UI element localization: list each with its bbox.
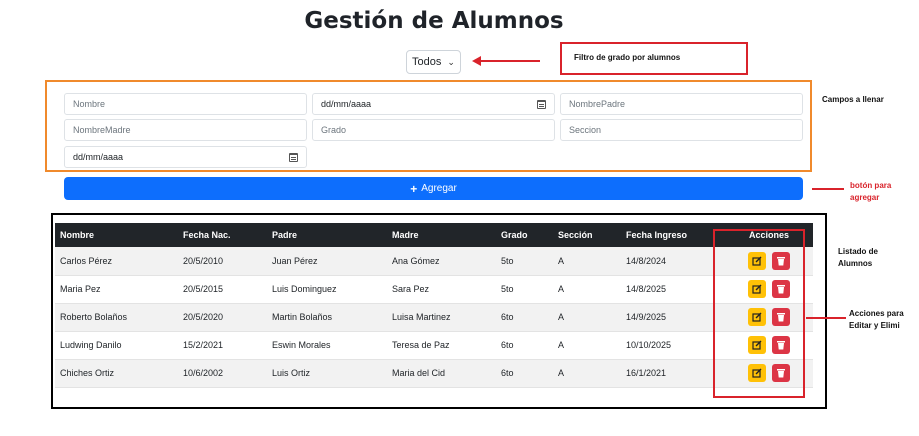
nombre-padre-placeholder: NombrePadre (569, 99, 626, 109)
cell-madre: Sara Pez (387, 275, 496, 304)
cell-nombre: Chiches Ortiz (55, 359, 178, 388)
grado-placeholder: Grado (321, 125, 347, 135)
table-header-row: Nombre Fecha Nac. Padre Madre Grado Secc… (55, 223, 813, 247)
cell-grado: 6to (496, 359, 553, 388)
cell-padre: Luis Dominguez (267, 275, 387, 304)
table-row: Carlos Pérez 20/5/2010 Juan Pérez Ana Gó… (55, 247, 813, 276)
cell-madre: Luisa Martinez (387, 303, 496, 332)
cell-seccion: A (553, 359, 621, 388)
cell-padre: Juan Pérez (267, 247, 387, 276)
fecha-nacimiento-input[interactable]: dd/mm/aaaa (312, 93, 555, 115)
grade-filter-value: Todos (412, 56, 442, 68)
fecha-ingreso-input[interactable]: dd/mm/aaaa (64, 146, 307, 168)
grade-filter-select[interactable]: Todos ⌄ (406, 50, 461, 74)
column-header-fecha-ingreso: Fecha Ingreso (621, 223, 725, 247)
cell-fecha-nac: 20/5/2020 (178, 303, 267, 332)
add-button-label: Agregar (421, 183, 457, 194)
cell-madre: Ana Gómez (387, 247, 496, 276)
cell-nombre: Maria Pez (55, 275, 178, 304)
cell-grado: 5to (496, 247, 553, 276)
add-student-button[interactable]: + Agregar (64, 177, 803, 200)
nombre-padre-input[interactable]: NombrePadre (560, 93, 803, 115)
calendar-icon[interactable] (289, 152, 298, 162)
column-header-fecha-nac: Fecha Nac. (178, 223, 267, 247)
cell-seccion: A (553, 303, 621, 332)
grado-input[interactable]: Grado (312, 119, 555, 141)
cell-fecha-nac: 15/2/2021 (178, 331, 267, 360)
annotation-arrow-actions (806, 317, 846, 319)
cell-nombre: Carlos Pérez (55, 247, 178, 276)
table-row: Roberto Bolaños 20/5/2020 Martin Bolaños… (55, 303, 813, 332)
annotation-filter-note: Filtro de grado por alumnos (574, 53, 681, 62)
annotation-list-note: Listado de Alumnos (838, 247, 879, 268)
cell-padre: Eswin Morales (267, 331, 387, 360)
seccion-placeholder: Seccion (569, 125, 602, 135)
fecha-nacimiento-value: dd/mm/aaaa (321, 99, 372, 109)
chevron-down-icon: ⌄ (447, 56, 455, 67)
annotation-arrowhead-filter (472, 56, 481, 66)
cell-seccion: A (553, 275, 621, 304)
cell-madre: Teresa de Paz (387, 331, 496, 360)
cell-fecha-ingreso: 14/8/2024 (621, 247, 725, 276)
cell-fecha-nac: 10/6/2002 (178, 359, 267, 388)
cell-fecha-nac: 20/5/2015 (178, 275, 267, 304)
cell-seccion: A (553, 247, 621, 276)
annotation-add-note: botón para agregar (850, 181, 892, 202)
table-row: Maria Pez 20/5/2015 Luis Dominguez Sara … (55, 275, 813, 304)
column-header-grado: Grado (496, 223, 553, 247)
cell-fecha-ingreso: 10/10/2025 (621, 331, 725, 360)
cell-nombre: Roberto Bolaños (55, 303, 178, 332)
column-header-seccion: Sección (553, 223, 621, 247)
nombre-madre-placeholder: NombreMadre (73, 125, 131, 135)
cell-seccion: A (553, 331, 621, 360)
cell-fecha-ingreso: 16/1/2021 (621, 359, 725, 388)
annotation-fields-note: Campos a llenar (822, 95, 884, 104)
cell-grado: 6to (496, 303, 553, 332)
cell-fecha-ingreso: 14/9/2025 (621, 303, 725, 332)
seccion-input[interactable]: Seccion (560, 119, 803, 141)
column-header-nombre: Nombre (55, 223, 178, 247)
column-header-madre: Madre (387, 223, 496, 247)
cell-madre: Maria del Cid (387, 359, 496, 388)
column-header-padre: Padre (267, 223, 387, 247)
annotation-frame-actions (713, 229, 805, 398)
table-row: Chiches Ortiz 10/6/2002 Luis Ortiz Maria… (55, 359, 813, 388)
cell-nombre: Ludwing Danilo (55, 331, 178, 360)
cell-grado: 5to (496, 275, 553, 304)
students-table: Nombre Fecha Nac. Padre Madre Grado Secc… (55, 223, 813, 388)
fecha-ingreso-value: dd/mm/aaaa (73, 152, 124, 162)
nombre-input[interactable]: Nombre (64, 93, 307, 115)
page-title: Gestión de Alumnos (304, 8, 564, 34)
cell-fecha-nac: 20/5/2010 (178, 247, 267, 276)
cell-fecha-ingreso: 14/8/2025 (621, 275, 725, 304)
annotation-arrow-filter (480, 60, 540, 62)
nombre-placeholder: Nombre (73, 99, 106, 109)
table-row: Ludwing Danilo 15/2/2021 Eswin Morales T… (55, 331, 813, 360)
cell-padre: Luis Ortiz (267, 359, 387, 388)
annotation-arrow-add (812, 188, 844, 190)
plus-icon: + (410, 181, 418, 196)
cell-padre: Martin Bolaños (267, 303, 387, 332)
cell-grado: 6to (496, 331, 553, 360)
nombre-madre-input[interactable]: NombreMadre (64, 119, 307, 141)
calendar-icon[interactable] (537, 99, 546, 109)
annotation-actions-note: Acciones para Editar y Elimi (849, 309, 904, 330)
